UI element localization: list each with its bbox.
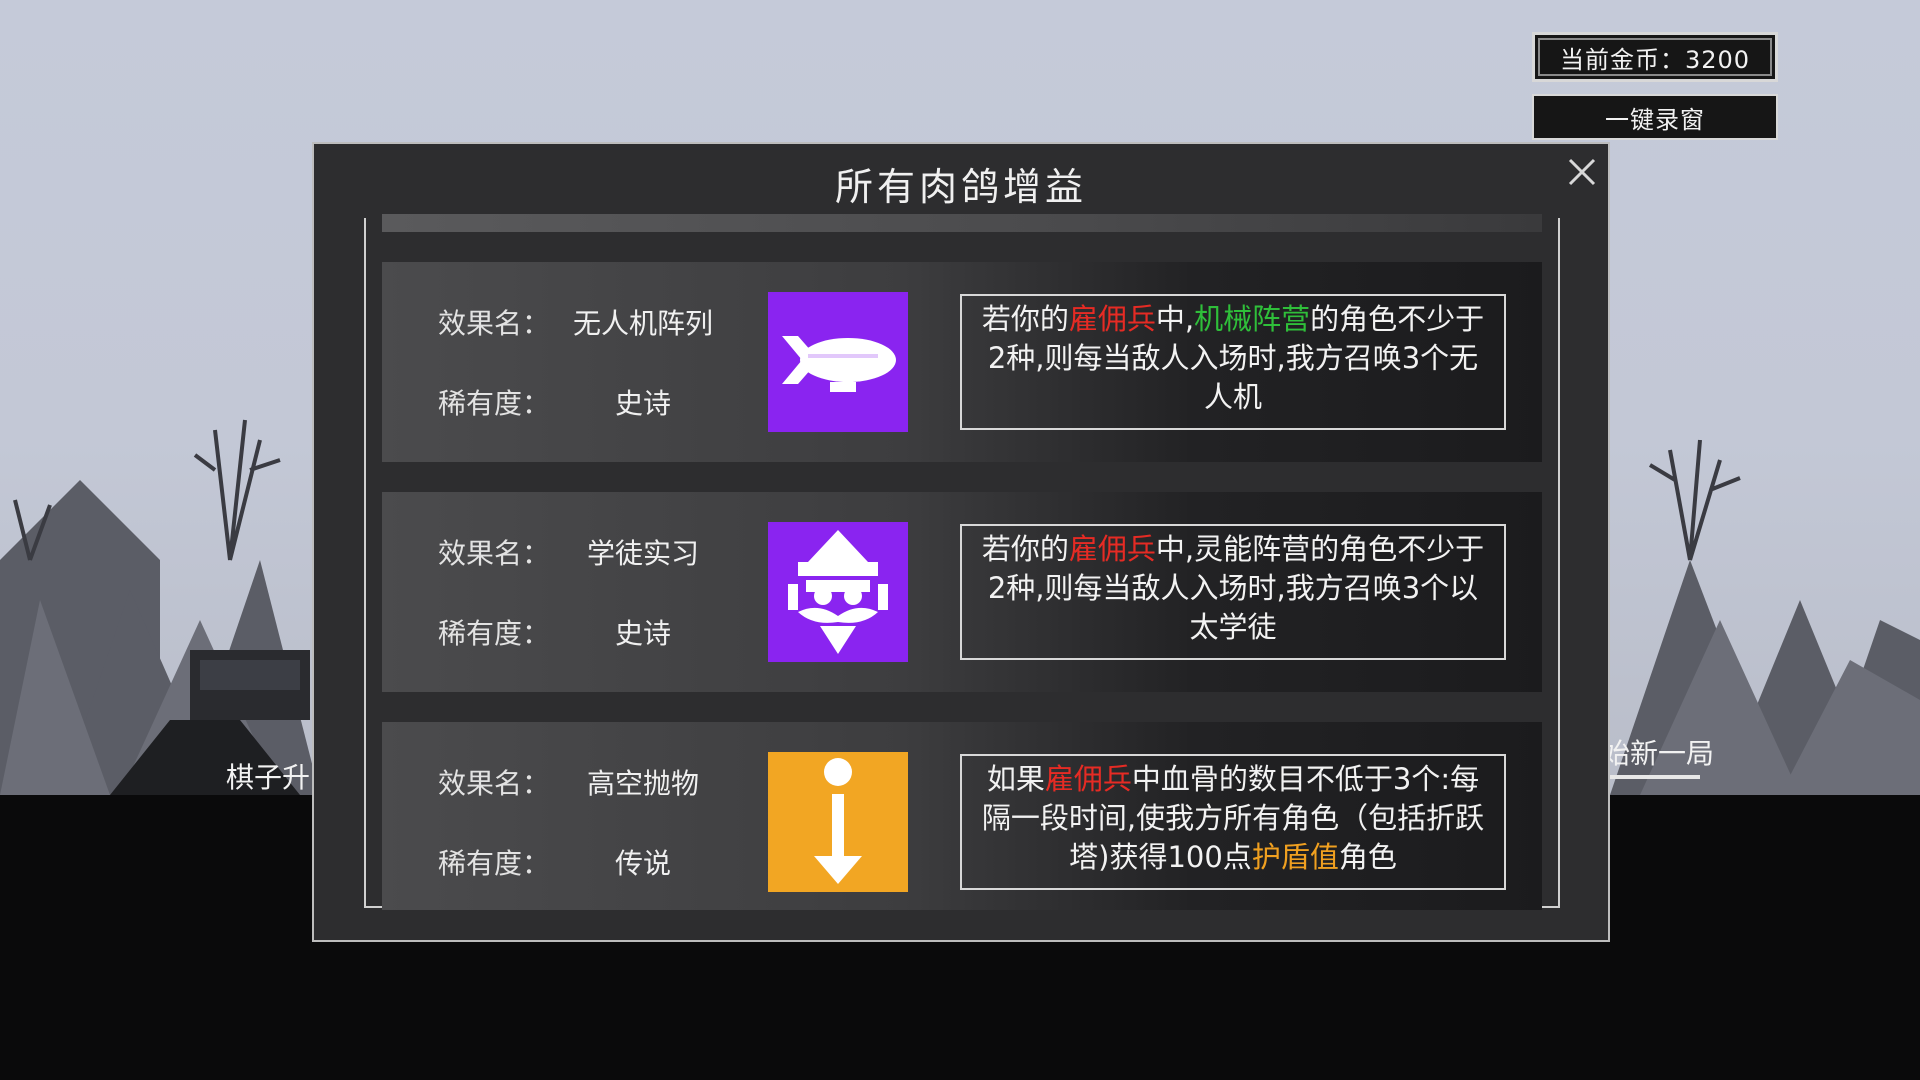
rarity-label: 稀有度： bbox=[438, 387, 551, 420]
effect-name-label: 效果名： bbox=[438, 307, 551, 340]
info-down-arrow-icon bbox=[768, 752, 908, 892]
effect-name-label: 效果名： bbox=[438, 767, 551, 800]
buff-description: 如果雇佣兵中血骨的数目不低于3个:每隔一段时间,使我方所有角色（包括折跃塔)获得… bbox=[960, 754, 1506, 890]
description-text: 若你的雇佣兵中,灵能阵营的角色不少于2种,则每当敌人入场时,我方召唤3个以太学徒 bbox=[982, 532, 1484, 644]
description-segment: 如果 bbox=[986, 762, 1045, 796]
gold-counter: 当前金币：3200 bbox=[1532, 32, 1778, 82]
buff-row: 效果名： 无人机阵列 稀有度： 史诗 若你的雇佣兵中,机械阵营的角色不少于2种,… bbox=[382, 262, 1542, 462]
highlight-term: 雇佣兵 bbox=[1044, 762, 1132, 796]
buff-list-modal: 所有肉鸽增益 效果名： 无人机阵列 稀有度： 史诗 若你的雇佣兵中,机械阵营的角… bbox=[312, 142, 1610, 942]
rarity-value: 史诗 bbox=[614, 387, 671, 420]
rarity-value: 史诗 bbox=[614, 617, 671, 650]
rarity-label: 稀有度： bbox=[438, 847, 551, 880]
highlight-term: 雇佣兵 bbox=[1068, 302, 1156, 336]
background-label-left: 棋子升 bbox=[226, 761, 311, 794]
background-label-right: 始新一局 bbox=[1602, 737, 1715, 770]
highlight-term: 雇佣兵 bbox=[1068, 532, 1156, 566]
effect-name-value: 高空抛物 bbox=[586, 767, 699, 800]
buff-list[interactable]: 效果名： 无人机阵列 稀有度： 史诗 若你的雇佣兵中,机械阵营的角色不少于2种,… bbox=[382, 262, 1542, 910]
highlight-term: 护盾值 bbox=[1251, 840, 1339, 874]
airship-icon bbox=[768, 292, 908, 432]
effect-name-value: 无人机阵列 bbox=[572, 307, 713, 340]
one-key-button[interactable]: 一键录窗 bbox=[1532, 94, 1778, 140]
buff-description: 若你的雇佣兵中,灵能阵营的角色不少于2种,则每当敌人入场时,我方召唤3个以太学徒 bbox=[960, 524, 1506, 660]
highlight-term: 机械阵营 bbox=[1194, 302, 1311, 336]
rarity-value: 传说 bbox=[614, 847, 671, 880]
modal-title: 所有肉鸽增益 bbox=[834, 165, 1087, 209]
buff-row: 效果名： 高空抛物 稀有度： 传说 如果雇佣兵中血骨的数目不低于3个:每隔一段时… bbox=[382, 722, 1542, 910]
buff-description: 若你的雇佣兵中,机械阵营的角色不少于2种,则每当敌人入场时,我方召唤3个无人机 bbox=[960, 294, 1506, 430]
description-segment: 若你的 bbox=[981, 302, 1069, 336]
description-segment: 若你的 bbox=[981, 532, 1069, 566]
description-segment: 中, bbox=[1155, 302, 1195, 336]
description-text: 若你的雇佣兵中,机械阵营的角色不少于2种,则每当敌人入场时,我方召唤3个无人机 bbox=[982, 302, 1484, 414]
rarity-label: 稀有度： bbox=[438, 617, 551, 650]
buff-row: 效果名： 学徒实习 稀有度： 史诗 若你的雇佣兵中,灵能阵营的角色不少于2种,则… bbox=[382, 492, 1542, 692]
wizard-icon bbox=[768, 522, 908, 662]
effect-name-label: 效果名： bbox=[438, 537, 551, 570]
close-icon[interactable] bbox=[1566, 156, 1598, 188]
description-segment: 角色 bbox=[1338, 840, 1397, 874]
scroll-track[interactable] bbox=[382, 214, 1542, 232]
effect-name-value: 学徒实习 bbox=[586, 537, 699, 570]
description-text: 如果雇佣兵中血骨的数目不低于3个:每隔一段时间,使我方所有角色（包括折跃塔)获得… bbox=[982, 762, 1484, 874]
